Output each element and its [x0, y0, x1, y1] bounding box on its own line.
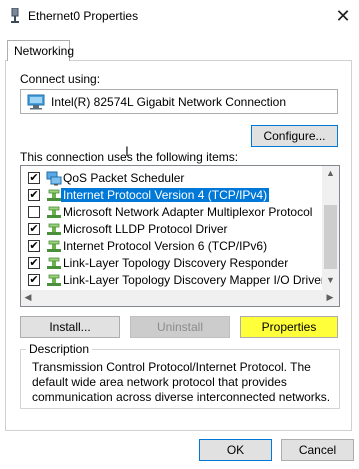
items-list[interactable]: ✔ QoS Packet Scheduler ✔ Internet Protocol …: [20, 165, 340, 307]
mouse-cursor-icon: Ι: [125, 143, 129, 159]
connect-using-label: Connect using:: [20, 72, 101, 86]
adapter-name: Intel(R) 82574L Gigabit Network Connecti…: [51, 95, 287, 109]
adapter-field: Intel(R) 82574L Gigabit Network Connecti…: [20, 89, 338, 114]
scroll-up-icon[interactable]: ▲: [322, 168, 339, 178]
install-button[interactable]: Install...: [20, 316, 120, 338]
network-protocol-icon: [47, 240, 61, 252]
network-protocol-icon: [47, 206, 61, 218]
network-adapter-icon: [11, 8, 19, 23]
network-protocol-icon: [47, 257, 61, 269]
list-item[interactable]: ✔ QoS Packet Scheduler: [21, 170, 323, 187]
item-checkbox[interactable]: ✔: [28, 189, 40, 201]
vertical-scrollbar[interactable]: ▲ ▼: [322, 166, 339, 291]
network-protocol-icon: [47, 189, 61, 201]
configure-button[interactable]: Configure...: [251, 125, 338, 147]
close-button[interactable]: ✕: [331, 4, 355, 28]
item-checkbox[interactable]: ✔: [28, 172, 40, 184]
items-label: This connection uses the following items…: [20, 150, 239, 164]
item-checkbox[interactable]: ✔: [28, 223, 40, 235]
list-item[interactable]: ✔ Internet Protocol Version 6 (TCP/IPv6): [21, 238, 323, 255]
item-label: Internet Protocol Version 6 (TCP/IPv6): [63, 239, 268, 253]
horizontal-scrollbar[interactable]: ◀ ▶: [21, 290, 339, 306]
item-checkbox[interactable]: ✔: [28, 257, 40, 269]
network-protocol-icon: [47, 274, 61, 286]
network-protocol-icon: [47, 223, 61, 235]
network-service-icon: [46, 171, 62, 186]
tab-networking[interactable]: Networking: [7, 40, 74, 61]
item-label: Microsoft LLDP Protocol Driver: [63, 222, 228, 236]
list-item[interactable]: ✔ Internet Protocol Version 4 (TCP/IPv4): [21, 187, 323, 204]
item-label: Link-Layer Topology Discovery Mapper I/O…: [63, 273, 325, 287]
network-adapter-icon: [27, 94, 45, 110]
item-checkbox[interactable]: ✔: [28, 240, 40, 252]
uninstall-button[interactable]: Uninstall: [130, 316, 230, 338]
description-text: Transmission Control Protocol/Internet P…: [32, 360, 331, 404]
item-label: QoS Packet Scheduler: [63, 171, 185, 185]
properties-button[interactable]: Properties: [240, 316, 338, 338]
scroll-down-icon[interactable]: ▼: [322, 275, 339, 285]
item-label: Microsoft Network Adapter Multiplexor Pr…: [63, 205, 313, 219]
list-item[interactable]: ✔ Link-Layer Topology Discovery Responder: [21, 255, 323, 272]
list-item[interactable]: ✔ Microsoft LLDP Protocol Driver: [21, 221, 323, 238]
scroll-left-icon[interactable]: ◀: [21, 292, 35, 303]
item-checkbox[interactable]: ✔: [28, 274, 40, 286]
window-title: Ethernet0 Properties: [28, 9, 139, 23]
item-label: Internet Protocol Version 4 (TCP/IPv4): [61, 188, 270, 202]
description-title: Description: [26, 342, 93, 356]
list-item[interactable]: Microsoft Network Adapter Multiplexor Pr…: [21, 204, 323, 221]
scroll-right-icon[interactable]: ▶: [323, 292, 337, 303]
list-item[interactable]: ✔ Link-Layer Topology Discovery Mapper I/…: [21, 272, 325, 289]
item-checkbox[interactable]: [28, 206, 40, 218]
ok-button[interactable]: OK: [199, 439, 272, 461]
vertical-scroll-thumb[interactable]: [324, 205, 337, 269]
item-label: Link-Layer Topology Discovery Responder: [63, 256, 289, 270]
cancel-button[interactable]: Cancel: [281, 439, 354, 461]
title-bar: Ethernet0 Properties ✕: [0, 0, 359, 32]
